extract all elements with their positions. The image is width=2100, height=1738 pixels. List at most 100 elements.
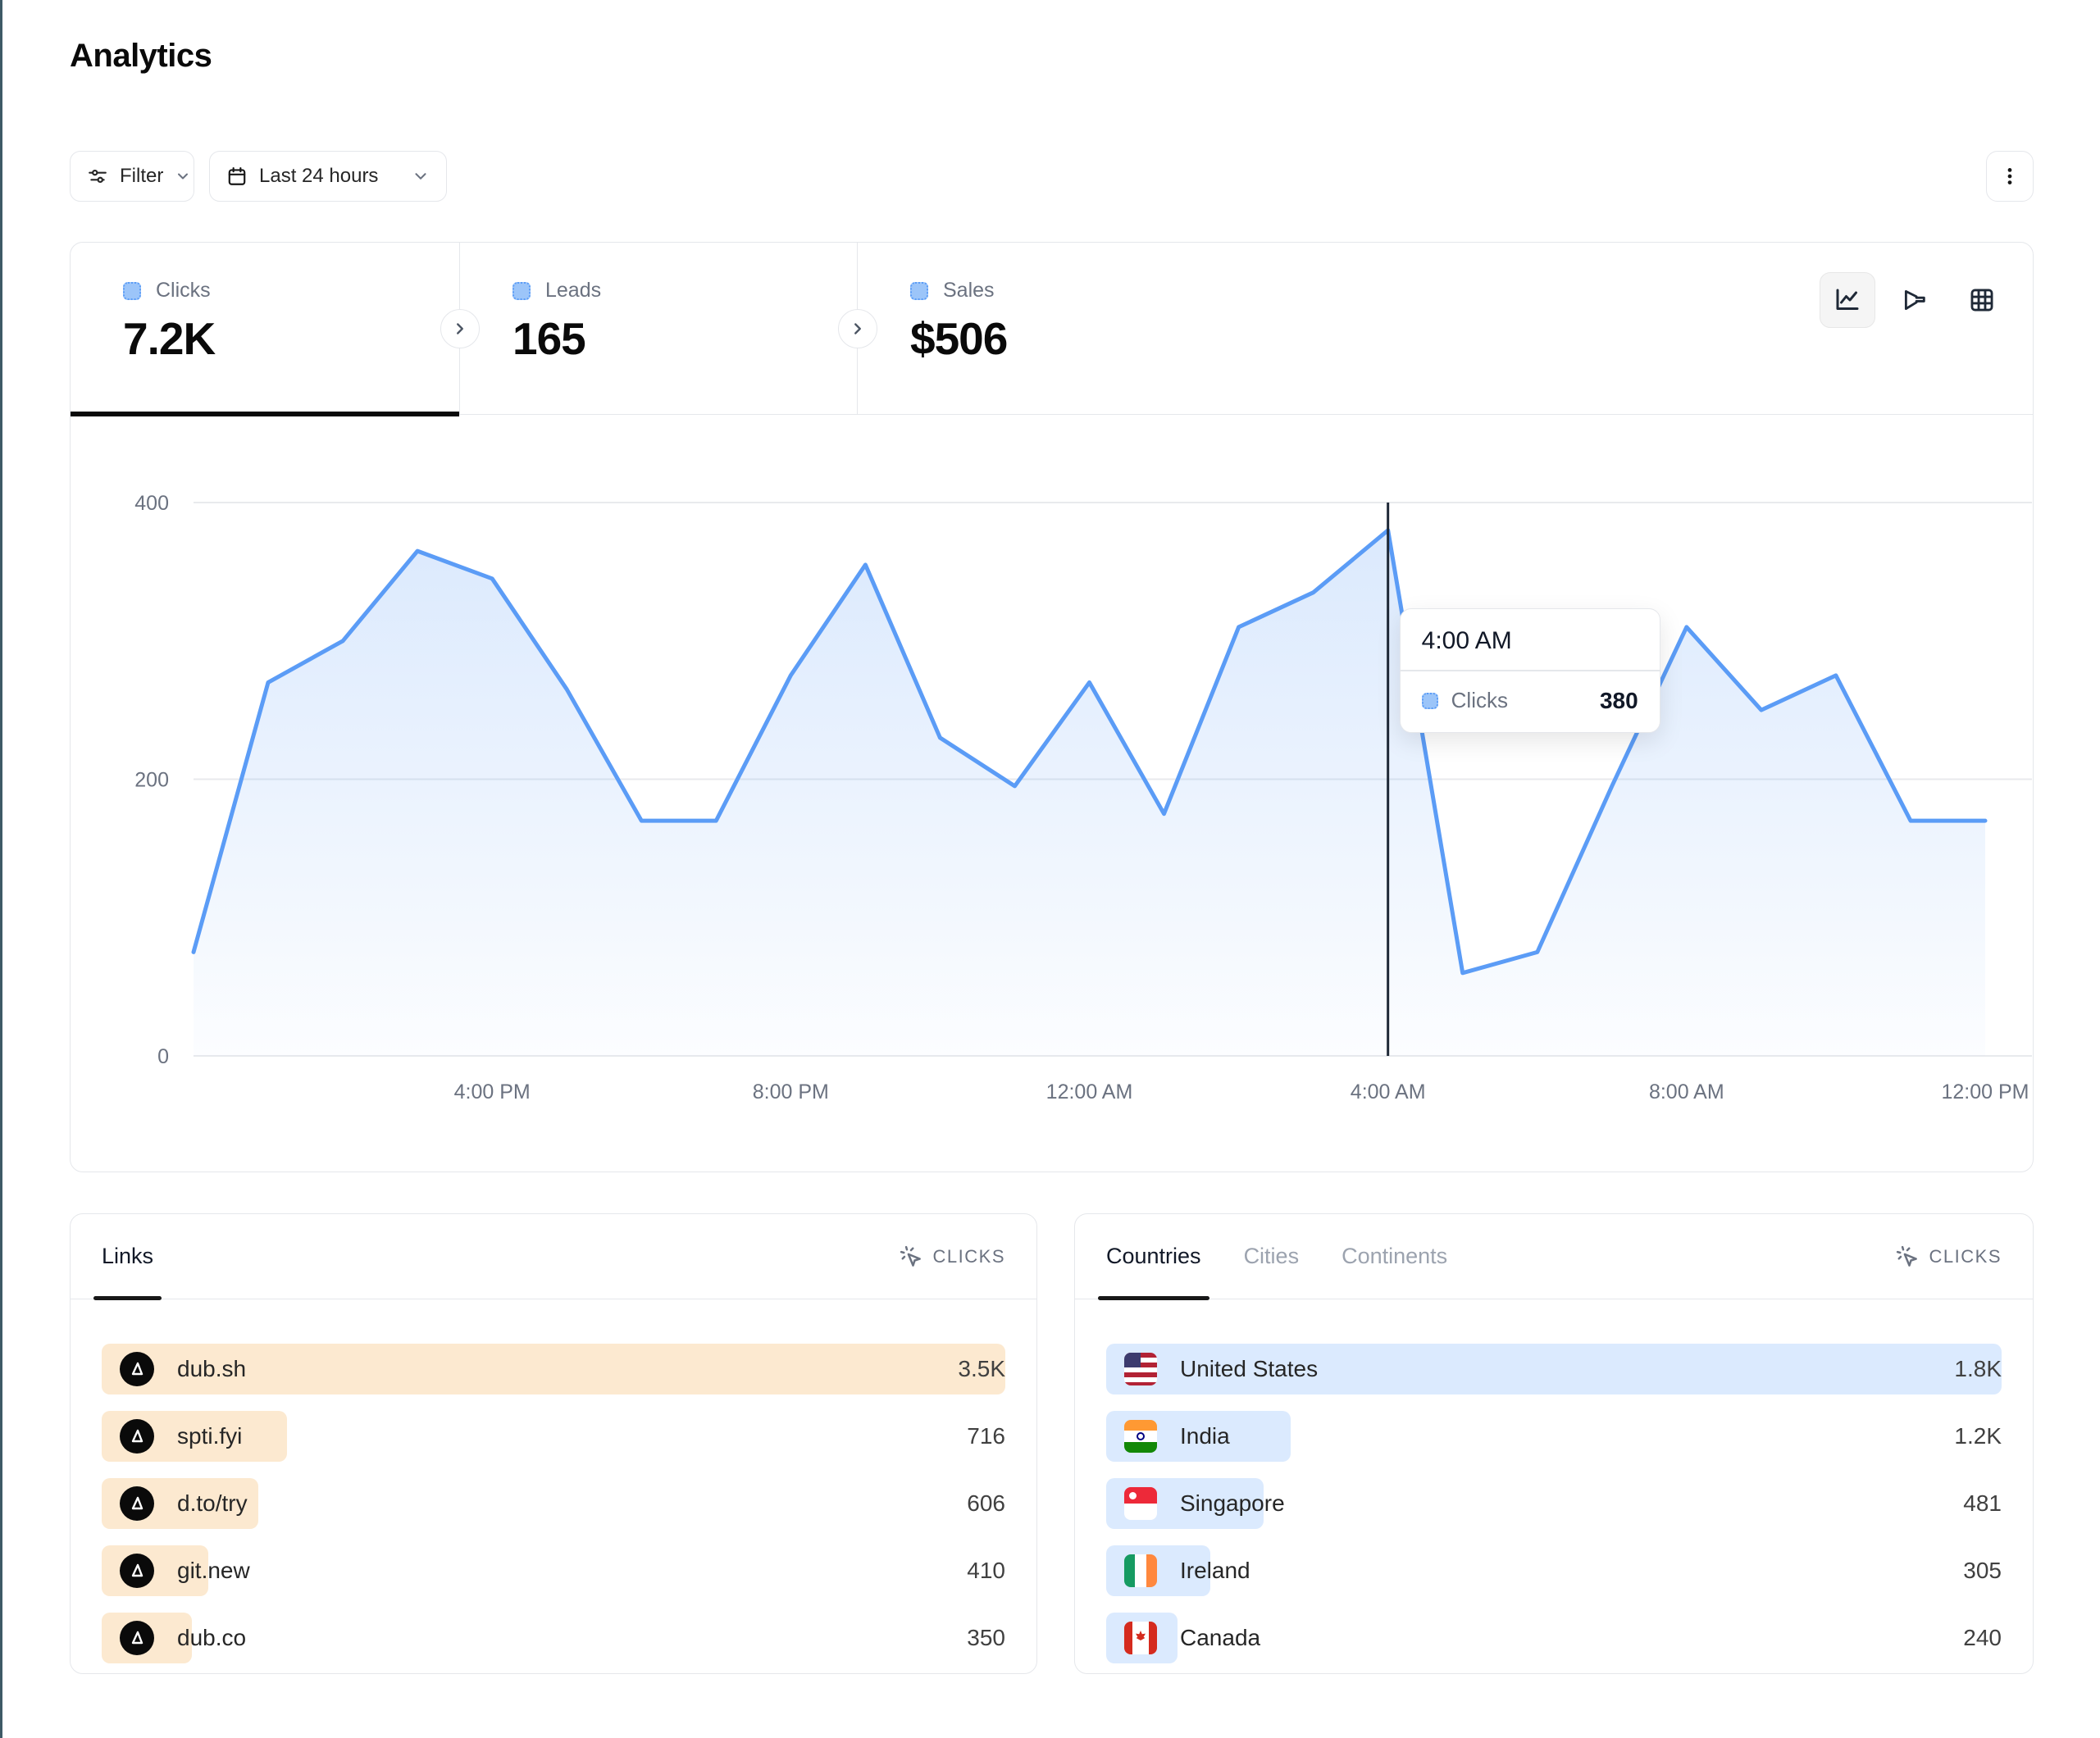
chevron-down-icon	[412, 167, 430, 185]
funnel-view-button[interactable]	[1887, 272, 1943, 328]
link-label: d.to/try	[177, 1490, 248, 1517]
stat-label: Clicks	[156, 279, 211, 303]
link-label: dub.co	[177, 1625, 246, 1651]
clicks-value: 7.2K	[123, 312, 459, 365]
country-row[interactable]: Ireland 305	[1106, 1545, 2002, 1596]
canada-flag-icon	[1124, 1622, 1157, 1654]
svg-text:0: 0	[157, 1045, 169, 1068]
svg-text:12:00 AM: 12:00 AM	[1046, 1081, 1133, 1103]
filter-icon	[87, 166, 108, 187]
singapore-flag-icon	[1124, 1487, 1157, 1520]
more-options-button[interactable]	[1986, 151, 2034, 202]
svg-text:4:00 AM: 4:00 AM	[1351, 1081, 1426, 1103]
country-value: 1.2K	[1954, 1423, 2002, 1449]
links-panel: Links CLICKS dub.sh 3.5K spti.fy	[70, 1213, 1037, 1674]
link-row[interactable]: dub.co 350	[102, 1613, 1005, 1663]
link-row[interactable]: git.new 410	[102, 1545, 1005, 1596]
metric-label: CLICKS	[1929, 1246, 2002, 1267]
country-label: Singapore	[1180, 1490, 1285, 1517]
country-value: 1.8K	[1954, 1356, 2002, 1382]
link-value: 350	[967, 1625, 1005, 1651]
clicks-legend-chip	[123, 282, 141, 300]
link-row[interactable]: spti.fyi 716	[102, 1411, 1005, 1462]
country-value: 481	[1963, 1490, 2002, 1517]
us-flag-icon	[1124, 1353, 1157, 1385]
link-label: spti.fyi	[177, 1423, 242, 1449]
sales-value: $506	[910, 312, 1432, 365]
tooltip-value: 380	[1600, 688, 1638, 714]
tab-continents[interactable]: Continents	[1342, 1214, 1447, 1299]
tab-sales[interactable]: Sales $506	[858, 243, 1432, 415]
countries-rows: United States 1.8K India 1.2K Singapore …	[1075, 1299, 2033, 1663]
chart-view-toggles	[1820, 272, 2010, 328]
svg-text:200: 200	[134, 769, 169, 792]
link-row[interactable]: d.to/try 606	[102, 1478, 1005, 1529]
countries-metric-header[interactable]: CLICKS	[1895, 1244, 2002, 1269]
calendar-icon	[226, 166, 248, 187]
link-label: dub.sh	[177, 1356, 246, 1382]
link-label: git.new	[177, 1558, 250, 1584]
cursor-click-icon	[1895, 1244, 1920, 1269]
country-row[interactable]: United States 1.8K	[1106, 1344, 2002, 1394]
page-title: Analytics	[70, 38, 212, 75]
analytics-card: Clicks 7.2K Leads 165 Sales $506	[70, 242, 2034, 1172]
filter-button[interactable]: Filter	[70, 151, 194, 202]
country-row[interactable]: Canada 240	[1106, 1613, 2002, 1663]
table-view-button[interactable]	[1954, 272, 2010, 328]
svg-text:8:00 AM: 8:00 AM	[1649, 1081, 1724, 1103]
cursor-click-icon	[899, 1244, 923, 1269]
country-value: 240	[1963, 1625, 2002, 1651]
line-chart-icon	[1833, 285, 1862, 315]
table-grid-icon	[1968, 286, 1996, 314]
country-label: United States	[1180, 1356, 1318, 1382]
stat-tabs-row: Clicks 7.2K Leads 165 Sales $506	[71, 243, 2033, 415]
tab-links[interactable]: Links	[102, 1214, 153, 1299]
svg-text:12:00 PM: 12:00 PM	[1941, 1081, 2029, 1103]
expand-clicks-chevron[interactable]	[440, 309, 480, 348]
window-left-edge	[0, 0, 2, 1738]
link-value: 606	[967, 1490, 1005, 1517]
svg-text:8:00 PM: 8:00 PM	[753, 1081, 829, 1103]
tooltip-time: 4:00 AM	[1401, 609, 1660, 670]
svg-text:4:00 PM: 4:00 PM	[454, 1081, 531, 1103]
dub-logo-icon	[120, 1554, 154, 1588]
country-label: India	[1180, 1423, 1230, 1449]
links-rows: dub.sh 3.5K spti.fyi 716 d.to/try 606	[71, 1299, 1036, 1663]
stat-label: Leads	[545, 279, 601, 303]
country-row[interactable]: Singapore 481	[1106, 1478, 2002, 1529]
link-value: 3.5K	[958, 1356, 1005, 1382]
dub-logo-icon	[120, 1419, 154, 1454]
countries-panel: Countries Cities Continents CLICKS Unite…	[1074, 1213, 2034, 1674]
tooltip-series-chip	[1422, 693, 1438, 709]
date-range-button[interactable]: Last 24 hours	[209, 151, 447, 202]
line-chart-view-button[interactable]	[1820, 272, 1875, 328]
tooltip-series-label: Clicks	[1451, 688, 1587, 713]
clicks-timeseries-chart[interactable]: 0 200 400 4:00 PM 8:00 PM 12:00 AM 4:00 AM 8:00…	[71, 415, 2032, 1172]
tab-clicks[interactable]: Clicks 7.2K	[71, 243, 460, 415]
ireland-flag-icon	[1124, 1554, 1157, 1587]
svg-text:400: 400	[134, 492, 169, 515]
link-value: 716	[967, 1423, 1005, 1449]
stat-label: Sales	[943, 279, 995, 303]
dub-logo-icon	[120, 1352, 154, 1386]
india-flag-icon	[1124, 1420, 1157, 1453]
country-value: 305	[1963, 1558, 2002, 1584]
tab-countries[interactable]: Countries	[1106, 1214, 1201, 1299]
links-metric-header[interactable]: CLICKS	[899, 1244, 1005, 1269]
sales-legend-chip	[910, 282, 928, 300]
expand-leads-chevron[interactable]	[838, 309, 877, 348]
funnel-icon	[1901, 286, 1929, 314]
date-range-label: Last 24 hours	[259, 165, 378, 188]
metric-label: CLICKS	[933, 1246, 1005, 1267]
dub-logo-icon	[120, 1486, 154, 1521]
filter-button-label: Filter	[120, 165, 163, 188]
tab-cities[interactable]: Cities	[1244, 1214, 1300, 1299]
dub-logo-icon	[120, 1621, 154, 1655]
link-row[interactable]: dub.sh 3.5K	[102, 1344, 1005, 1394]
tab-leads[interactable]: Leads 165	[460, 243, 858, 415]
leads-value: 165	[512, 312, 857, 365]
country-label: Ireland	[1180, 1558, 1250, 1584]
country-row[interactable]: India 1.2K	[1106, 1411, 2002, 1462]
link-value: 410	[967, 1558, 1005, 1584]
country-label: Canada	[1180, 1625, 1260, 1651]
